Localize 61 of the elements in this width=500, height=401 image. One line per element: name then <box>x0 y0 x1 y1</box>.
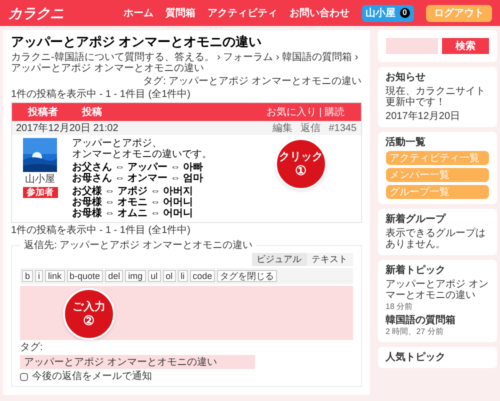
post-text: お母様 ⇔ オムニ ⇔ 어머니 <box>72 208 194 219</box>
toolbar-button[interactable]: ul <box>148 270 161 282</box>
editor-tab[interactable]: テキスト <box>306 253 353 266</box>
tags-text: タグ: アッパーとアポジ オンマーとオモニの違い <box>142 76 362 87</box>
notice-text: 現在、カラクニサイト更新中です！ <box>386 86 487 108</box>
tag-label: タグ: <box>20 342 43 353</box>
card-title: 新着グループ <box>386 214 447 225</box>
nav-link[interactable]: 質問箱 <box>166 6 196 20</box>
toolbar-button[interactable]: i <box>35 270 44 282</box>
topic-link[interactable]: アッパーとアポジ オンマーとオモニの違い <box>386 279 489 301</box>
card-title: 活動一覧 <box>386 137 427 148</box>
post-text: お母さん ⇔ オンマー ⇔ 엄마 <box>72 173 204 184</box>
toolbar-button[interactable]: b <box>22 270 34 282</box>
callout-tooltip: クリック ① <box>275 138 327 190</box>
column-heading: 投稿者 <box>28 106 58 118</box>
toolbar-button[interactable]: del <box>105 270 124 282</box>
post-action-link[interactable]: 編集 <box>272 122 293 134</box>
topic-time: 2 時間、27 分前 <box>386 326 444 337</box>
post-count: 1件の投稿を表示中 - 1 - 1件目 (全1件中) <box>11 89 192 100</box>
post-text: アッパーとアポジ、 <box>72 138 162 149</box>
post-date: 2017年12月20日 21:02 <box>16 122 118 134</box>
breadcrumb: カラクニ-韓国語について質問する、答える。 › フォーラム › 韓国語の質問箱 › アッパーとアポジ オンマーとオモニの違い <box>11 52 360 74</box>
groups-empty-text: 表示できるグループはありません。 <box>386 228 487 250</box>
post-text: お父さん ⇔ アッパー ⇔ 아빠 <box>72 162 204 173</box>
toolbar-button[interactable]: link <box>45 270 65 282</box>
toolbar-button[interactable]: タグを閉じる <box>217 270 278 282</box>
topic-link[interactable]: 韓国語の質問箱 <box>386 315 489 326</box>
post-count: 1件の投稿を表示中 - 1 - 1件目 (全1件中) <box>11 225 192 236</box>
search-button[interactable]: 検索 <box>442 38 489 54</box>
post-text: お母様 ⇔ オモニ ⇔ 어머니 <box>72 197 194 208</box>
user-button[interactable]: 山小屋 0 <box>362 4 414 22</box>
notify-checkbox[interactable] <box>20 372 28 380</box>
card-title: お知らせ <box>386 72 427 83</box>
toolbar-button[interactable]: code <box>190 270 216 282</box>
author-name: 山小屋 <box>25 174 55 185</box>
nav-link[interactable]: アクティビティ <box>208 6 278 20</box>
post-action-link[interactable]: 返信 <box>300 122 321 134</box>
toolbar-button[interactable]: img <box>125 270 146 282</box>
notify-label: 今後の返信をメールで通知 <box>32 371 152 382</box>
toolbar-button[interactable]: li <box>178 270 188 282</box>
role-badge: 参加者 <box>22 187 58 198</box>
topic-time: 18 分前 <box>386 301 414 312</box>
tag-input[interactable]: アッパーとアポジ オンマーとオモニの違い <box>20 355 255 369</box>
page-title: アッパーとアポジ オンマーとオモニの違い <box>11 34 263 50</box>
search-field[interactable] <box>386 38 438 54</box>
count-badge: 0 <box>400 8 410 18</box>
nav-link[interactable]: お問い合わせ <box>290 6 350 20</box>
card-title: 新着トピック <box>386 265 447 276</box>
post-text: オンマーとオモニの違いです。 <box>72 149 212 160</box>
toolbar-button[interactable]: ol <box>162 270 176 282</box>
column-heading: 投稿 <box>82 106 102 118</box>
editor-tab[interactable]: ビジュアル <box>252 253 307 266</box>
toolbar-button[interactable]: b-quote <box>66 270 104 282</box>
post-text: お父様 ⇔ アポジ ⇔ 아버지 <box>72 186 194 197</box>
reply-heading: 返信先: アッパーとアポジ オンマーとオモニの違い <box>20 240 256 251</box>
favorite-subscribe-link[interactable]: お気に入り | 購読 <box>266 106 345 118</box>
post-number: #1345 <box>328 122 357 134</box>
notice-date: 2017年12月20日 <box>386 111 462 122</box>
site-logo[interactable]: カラクニ <box>8 2 64 24</box>
card-title: 人気トピック <box>386 352 447 363</box>
nav-link[interactable]: ホーム <box>124 6 154 20</box>
